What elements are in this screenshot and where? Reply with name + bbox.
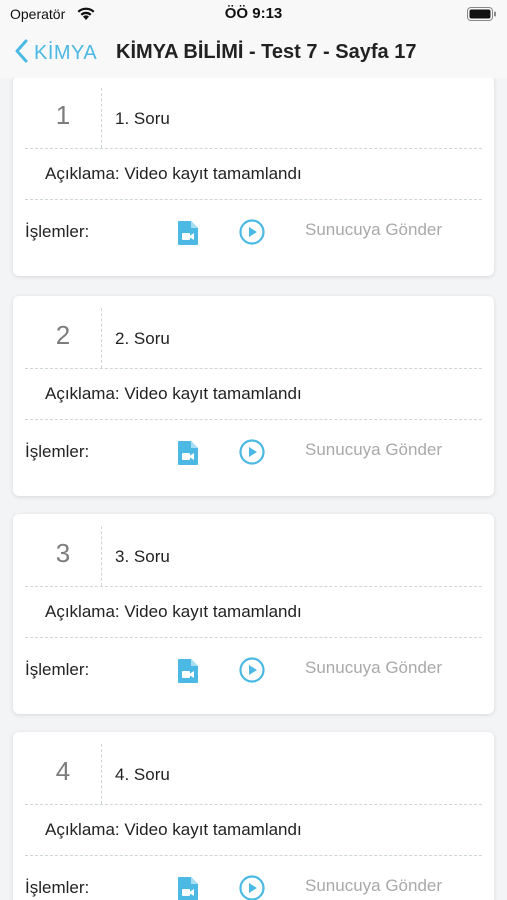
divider — [25, 368, 482, 369]
send-to-server-button[interactable]: Sunucuya Gönder — [305, 876, 442, 896]
send-to-server-button[interactable]: Sunucuya Gönder — [305, 658, 442, 678]
divider — [25, 586, 482, 587]
divider — [25, 855, 482, 856]
operations-label: İşlemler: — [25, 442, 90, 461]
page-title: KİMYA BİLİMİ - Test 7 - Sayfa 17 — [116, 41, 417, 63]
question-number: 2 — [55, 320, 71, 350]
question-header: 2 2. Soru — [13, 296, 494, 369]
status-time: ÖÖ 9:13 — [224, 5, 283, 22]
question-card: 3 3. Soru Açıklama: Video kayıt tamamlan… — [13, 514, 494, 714]
question-card: 2 2. Soru Açıklama: Video kayıt tamamlan… — [13, 296, 494, 496]
divider — [101, 744, 102, 804]
divider — [25, 199, 482, 200]
question-header: 4 4. Soru — [13, 732, 494, 805]
question-title: 2. Soru — [115, 329, 170, 348]
question-description: Açıklama: Video kayıt tamamlandı — [45, 384, 302, 403]
question-description: Açıklama: Video kayıt tamamlandı — [45, 164, 302, 183]
battery-icon — [467, 7, 497, 26]
navigation-bar: KİMYA KİMYA BİLİMİ - Test 7 - Sayfa 17 — [0, 28, 507, 78]
question-description: Açıklama: Video kayıt tamamlandı — [45, 820, 302, 839]
divider — [25, 148, 482, 149]
divider — [101, 526, 102, 586]
video-file-icon[interactable] — [177, 876, 199, 900]
question-title: 3. Soru — [115, 547, 170, 566]
operations-label: İşlemler: — [25, 660, 90, 679]
operations-label: İşlemler: — [25, 878, 90, 897]
back-button[interactable]: KİMYA — [14, 38, 97, 68]
question-number: 3 — [55, 538, 71, 568]
status-bar: Operatör ÖÖ 9:13 — [0, 0, 507, 28]
operations-label: İşlemler: — [25, 222, 90, 241]
question-number: 1 — [55, 100, 71, 130]
divider — [25, 804, 482, 805]
video-file-icon[interactable] — [177, 440, 199, 471]
divider — [25, 637, 482, 638]
question-header: 1 1. Soru — [13, 78, 494, 149]
question-number: 4 — [55, 756, 71, 786]
question-header: 3 3. Soru — [13, 514, 494, 587]
send-to-server-button[interactable]: Sunucuya Gönder — [305, 220, 442, 240]
send-to-server-button[interactable]: Sunucuya Gönder — [305, 440, 442, 460]
video-file-icon[interactable] — [177, 658, 199, 689]
question-title: 4. Soru — [115, 765, 170, 784]
divider — [101, 88, 102, 148]
divider — [101, 308, 102, 368]
chevron-left-icon — [14, 39, 28, 68]
play-icon[interactable] — [239, 657, 265, 688]
question-list[interactable]: 1 1. Soru Açıklama: Video kayıt tamamlan… — [0, 78, 507, 900]
question-description: Açıklama: Video kayıt tamamlandı — [45, 602, 302, 621]
divider — [25, 419, 482, 420]
play-icon[interactable] — [239, 439, 265, 470]
play-icon[interactable] — [239, 219, 265, 250]
question-title: 1. Soru — [115, 109, 170, 128]
back-label: KİMYA — [34, 41, 98, 64]
video-file-icon[interactable] — [177, 220, 199, 251]
play-icon[interactable] — [239, 875, 265, 900]
question-card: 4 4. Soru Açıklama: Video kayıt tamamlan… — [13, 732, 494, 900]
question-card: 1 1. Soru Açıklama: Video kayıt tamamlan… — [13, 78, 494, 276]
